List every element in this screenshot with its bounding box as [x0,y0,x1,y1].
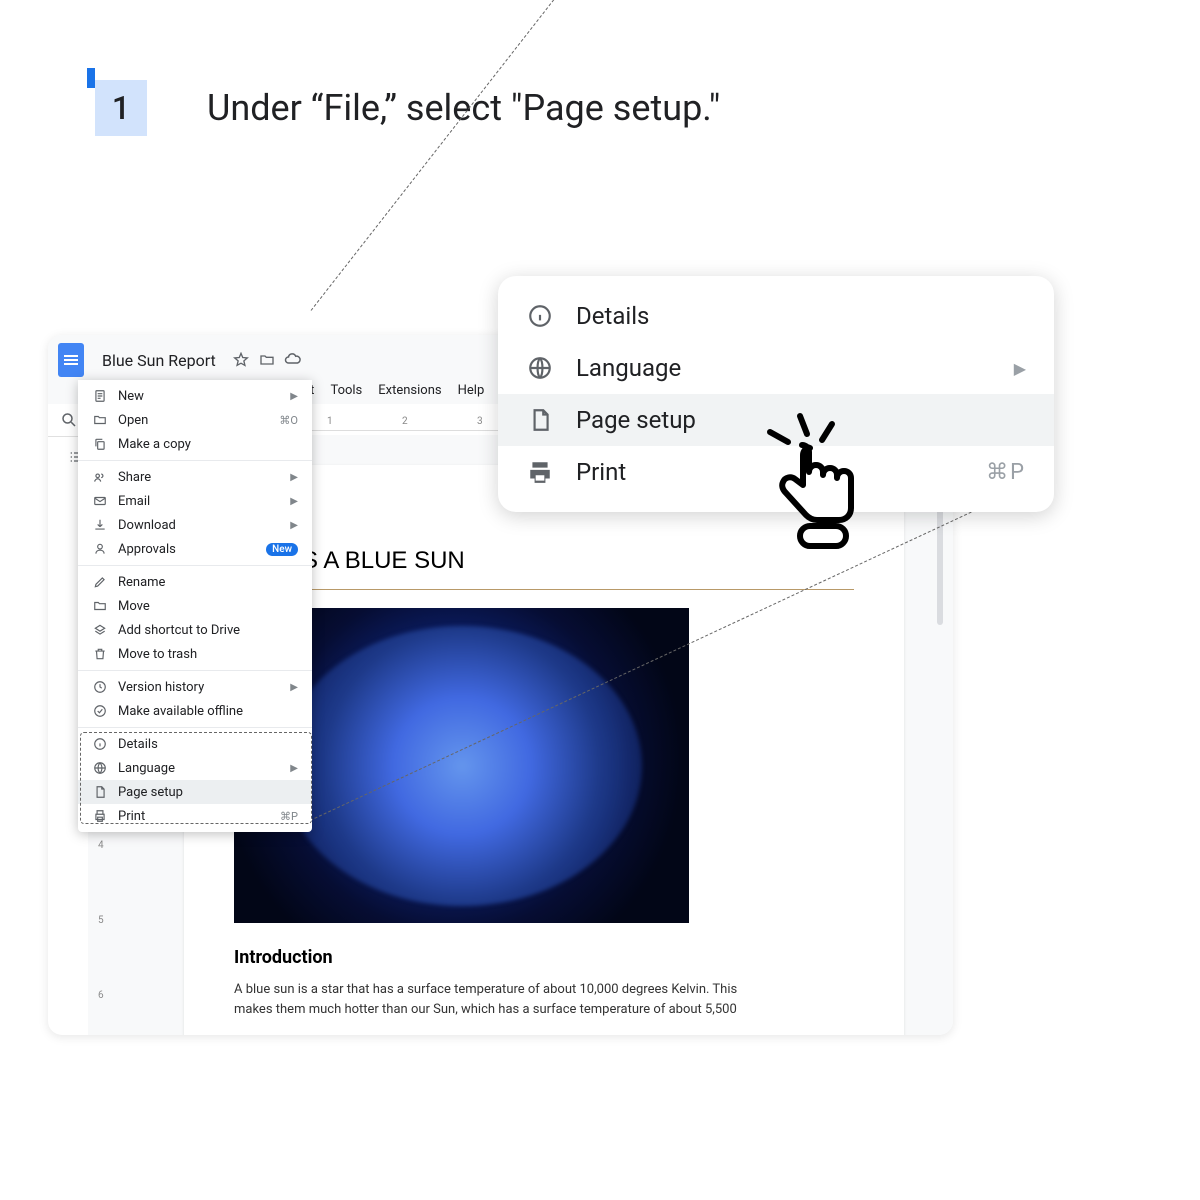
doc-divider [234,589,854,590]
folder-open-icon [92,412,108,428]
callout-connector-line [311,0,644,311]
zoom-item-details[interactable]: Details [498,290,1054,342]
page-setup-icon [526,406,554,434]
zoom-item-language[interactable]: Language▶ [498,342,1054,394]
doc-heading-2: MAKES A BLUE SUN [234,547,854,575]
menu-extensions[interactable]: Extensions [371,381,448,400]
approvals-icon [92,541,108,557]
click-cursor-icon [762,412,872,566]
menu-item-language[interactable]: Language▶ [78,756,312,780]
doc-body-text: A blue sun is a star that has a surface … [234,980,854,1019]
menu-item-page-setup[interactable]: Page setup [78,780,312,804]
menu-item-shortcut[interactable]: Add shortcut to Drive [78,618,312,642]
doc-heading-1: SUN [234,511,854,543]
menu-item-details[interactable]: Details [78,732,312,756]
star-icon[interactable] [232,351,250,369]
shortcut-icon [92,622,108,638]
menu-item-version[interactable]: Version history▶ [78,675,312,699]
move-icon [92,598,108,614]
menu-item-print[interactable]: Print⌘P [78,804,312,828]
page-setup-icon [92,784,108,800]
offline-icon [92,703,108,719]
search-icon[interactable] [60,411,78,429]
info-icon [92,736,108,752]
trash-icon [92,646,108,662]
file-dropdown-menu: New▶ Open⌘O Make a copy Share▶ Email▶ Do… [78,380,312,832]
document-title[interactable]: Blue Sun Report [102,351,216,370]
menu-item-move[interactable]: Move [78,594,312,618]
menu-item-trash[interactable]: Move to trash [78,642,312,666]
cloud-status-icon[interactable] [284,351,302,369]
email-icon [92,493,108,509]
copy-icon [92,436,108,452]
menu-item-offline[interactable]: Make available offline [78,699,312,723]
menu-item-download[interactable]: Download▶ [78,513,312,537]
globe-icon [526,354,554,382]
rename-icon [92,574,108,590]
step-instruction: Under “File,” select "Page setup." [207,87,720,129]
history-icon [92,679,108,695]
menu-item-open[interactable]: Open⌘O [78,408,312,432]
share-icon [92,469,108,485]
menu-tools[interactable]: Tools [323,381,369,400]
doc-section-title: Introduction [234,947,854,968]
info-icon [526,302,554,330]
menu-help[interactable]: Help [451,381,492,400]
download-icon [92,517,108,533]
menu-item-new[interactable]: New▶ [78,384,312,408]
print-icon [526,458,554,486]
menu-item-email[interactable]: Email▶ [78,489,312,513]
menu-item-rename[interactable]: Rename [78,570,312,594]
step-number-badge: 1 [95,80,147,136]
globe-icon [92,760,108,776]
print-icon [92,808,108,824]
menu-item-approvals[interactable]: ApprovalsNew [78,537,312,561]
move-folder-icon[interactable] [258,351,276,369]
docs-logo-icon[interactable] [58,343,84,377]
scrollbar[interactable] [937,485,945,1015]
new-doc-icon [92,388,108,404]
menu-item-share[interactable]: Share▶ [78,465,312,489]
menu-item-copy[interactable]: Make a copy [78,432,312,456]
